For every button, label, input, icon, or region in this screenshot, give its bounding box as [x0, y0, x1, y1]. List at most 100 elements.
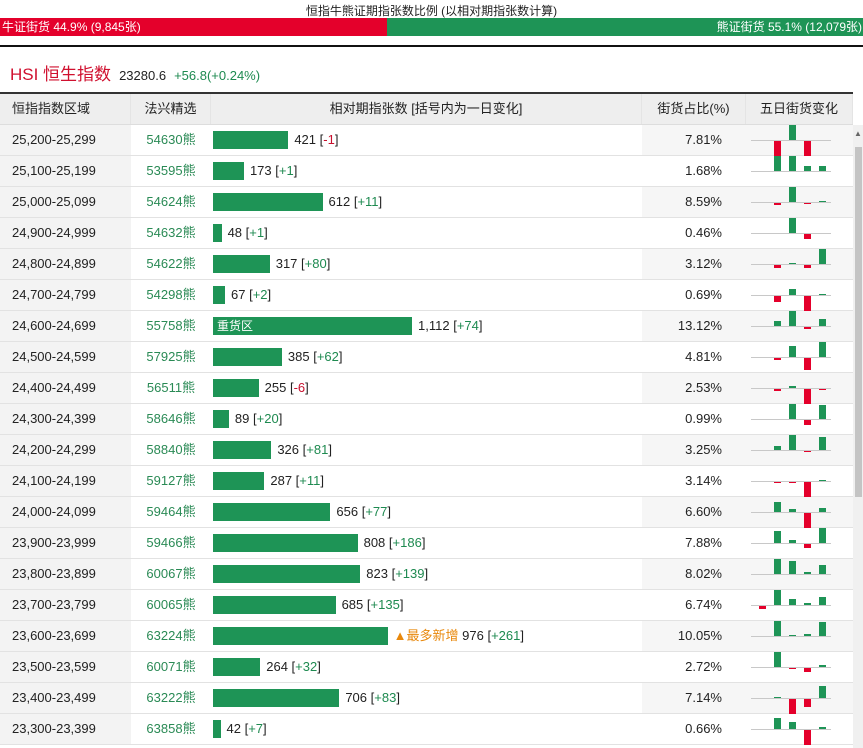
warrant-code-link[interactable]: 53595熊	[131, 156, 211, 186]
count-label: 67 [+2]	[230, 287, 272, 302]
range-cell: 25,200-25,299	[0, 125, 131, 155]
sparkline-baseline	[751, 729, 831, 730]
warrant-code-link[interactable]: 63224熊	[131, 621, 211, 651]
table-row[interactable]: 24,900-24,999 54632熊 48 [+1] 0.46%	[0, 218, 853, 249]
pct-cell: 2.53%	[642, 373, 746, 403]
index-name: HSI 恒生指数	[10, 65, 112, 84]
scrollbar-thumb[interactable]	[855, 147, 862, 497]
warrant-code-link[interactable]: 60065熊	[131, 590, 211, 620]
range-cell: 25,100-25,199	[0, 156, 131, 186]
range-cell: 24,700-24,799	[0, 280, 131, 310]
table-row[interactable]: 25,000-25,099 54624熊 612 [+11] 8.59%	[0, 187, 853, 218]
daily-change: +261	[491, 628, 521, 643]
count-cell: 67 [+2]	[211, 280, 642, 310]
count-bar	[213, 627, 388, 645]
sparkline-bar	[819, 166, 826, 171]
sparkline-bar	[819, 201, 826, 202]
table-row[interactable]: 25,100-25,199 53595熊 173 [+1] 1.68%	[0, 156, 853, 187]
five-day-sparkline	[746, 435, 853, 465]
warrant-code-link[interactable]: 56511熊	[131, 373, 211, 403]
sparkline-bar	[774, 156, 781, 171]
warrant-code-link[interactable]: 54622熊	[131, 249, 211, 279]
count-label: 1,112 [+74]	[418, 318, 483, 333]
count-label: 706 [+83]	[345, 690, 400, 705]
sparkline-bar	[774, 590, 781, 605]
pct-cell: 3.25%	[642, 435, 746, 465]
warrant-code-link[interactable]: 54624熊	[131, 187, 211, 217]
sparkline-bar	[804, 203, 811, 204]
sparkline-bar	[774, 652, 781, 667]
sparkline-baseline	[751, 543, 831, 544]
warrant-code-link[interactable]: 63858熊	[131, 714, 211, 744]
sparkline-baseline	[751, 202, 831, 203]
warrant-code-link[interactable]: 54298熊	[131, 280, 211, 310]
five-day-sparkline	[746, 621, 853, 651]
warrant-code-link[interactable]: 54632熊	[131, 218, 211, 248]
five-day-sparkline	[746, 466, 853, 497]
sparkline-bar	[774, 621, 781, 636]
warrant-code-link[interactable]: 63222熊	[131, 683, 211, 713]
pct-cell: 8.02%	[642, 559, 746, 589]
table-row[interactable]: 24,800-24,899 54622熊 317 [+80] 3.12%	[0, 249, 853, 280]
sparkline-baseline	[751, 140, 831, 141]
count-label: 326 [+81]	[277, 442, 332, 457]
bull-share: 牛证街货 44.9% (9,845张)	[0, 18, 388, 36]
warrant-code-link[interactable]: 57925熊	[131, 342, 211, 372]
table-row[interactable]: 24,300-24,399 58646熊 89 [+20] 0.99%	[0, 404, 853, 435]
table-row[interactable]: 23,400-23,499 63222熊 706 [+83] 7.14%	[0, 683, 853, 714]
warrant-code-link[interactable]: 55758熊	[131, 311, 211, 341]
warrant-code-link[interactable]: 58646熊	[131, 404, 211, 434]
table-row[interactable]: 23,500-23,599 60071熊 264 [+32] 2.72%	[0, 652, 853, 683]
table-row[interactable]: 23,800-23,899 60067熊 823 [+139] 8.02%	[0, 559, 853, 590]
pct-cell: 6.60%	[642, 497, 746, 527]
sparkline-baseline	[751, 512, 831, 513]
sparkline-bar	[804, 513, 811, 528]
daily-change: +74	[456, 318, 479, 333]
warrant-code-link[interactable]: 58840熊	[131, 435, 211, 465]
sparkline-bar	[804, 265, 811, 268]
warrant-code-link[interactable]: 59464熊	[131, 497, 211, 527]
count-value: 656	[336, 504, 359, 519]
warrant-code-link[interactable]: 59466熊	[131, 528, 211, 558]
table-row[interactable]: 25,200-25,299 54630熊 421 [-1] 7.81%	[0, 125, 853, 156]
scrollbar[interactable]: ▲	[853, 125, 863, 748]
warrant-code-link[interactable]: 60067熊	[131, 559, 211, 589]
warrant-code-link[interactable]: 59127熊	[131, 466, 211, 496]
table-row[interactable]: 23,600-23,699 63224熊 ▲最多新增 976 [+261] 10…	[0, 621, 853, 652]
count-value: 421	[294, 132, 317, 147]
count-value: 976	[462, 628, 484, 643]
pct-cell: 3.14%	[685, 473, 722, 488]
table-row[interactable]: 24,700-24,799 54298熊 67 [+2] 0.69%	[0, 280, 853, 311]
table-row[interactable]: 24,400-24,499 56511熊 255 [-6] 2.53%	[0, 373, 853, 404]
table-row[interactable]: 24,100-24,199 59127熊 287 [+11] 3.14%	[0, 466, 853, 497]
table-row[interactable]: 24,600-24,699 55758熊 重货区 1,112 [+74] 13.…	[0, 311, 853, 342]
table-row[interactable]: 24,500-24,599 57925熊 385 [+62] 4.81%	[0, 342, 853, 373]
pct-cell: 0.66%	[685, 721, 722, 736]
sparkline-bar	[804, 730, 811, 745]
sparkline-bar	[789, 125, 796, 140]
range-cell: 23,500-23,599	[0, 652, 131, 682]
range-cell: 24,400-24,499	[0, 373, 131, 403]
table-row[interactable]: 23,300-23,399 63858熊 42 [+7] 0.66%	[0, 714, 853, 745]
sparkline-bar	[789, 404, 796, 419]
scroll-up-icon[interactable]: ▲	[854, 129, 862, 138]
sparkline-bar	[804, 699, 811, 707]
table-row[interactable]: 23,900-23,999 59466熊 808 [+186] 7.88%	[0, 528, 853, 559]
count-label: 317 [+80]	[275, 256, 331, 271]
sparkline-bar	[804, 234, 811, 239]
warrant-code-link[interactable]: 60071熊	[131, 652, 211, 682]
pct-cell: 8.59%	[642, 187, 746, 217]
count-label: 89 [+20]	[234, 411, 283, 426]
count-value: 823	[366, 566, 388, 581]
table-row[interactable]: 24,000-24,099 59464熊 656 [+77] 6.60%	[0, 497, 853, 528]
pct-cell: 0.46%	[685, 225, 722, 240]
table-row[interactable]: 23,700-23,799 60065熊 685 [+135] 6.74%	[0, 590, 853, 621]
sparkline-bar	[789, 699, 796, 714]
bull-bear-ratio-bar: 牛证街货 44.9% (9,845张) 熊证街货 55.1% (12,079张)	[0, 18, 863, 36]
table-row[interactable]: 24,200-24,299 58840熊 326 [+81] 3.25%	[0, 435, 853, 466]
sparkline-bar	[774, 296, 781, 302]
warrant-code-link[interactable]: 54630熊	[131, 125, 211, 155]
count-label: 421 [-1]	[294, 132, 339, 147]
sparkline-bar	[774, 559, 781, 574]
count-cell: 808 [+186]	[211, 528, 642, 558]
